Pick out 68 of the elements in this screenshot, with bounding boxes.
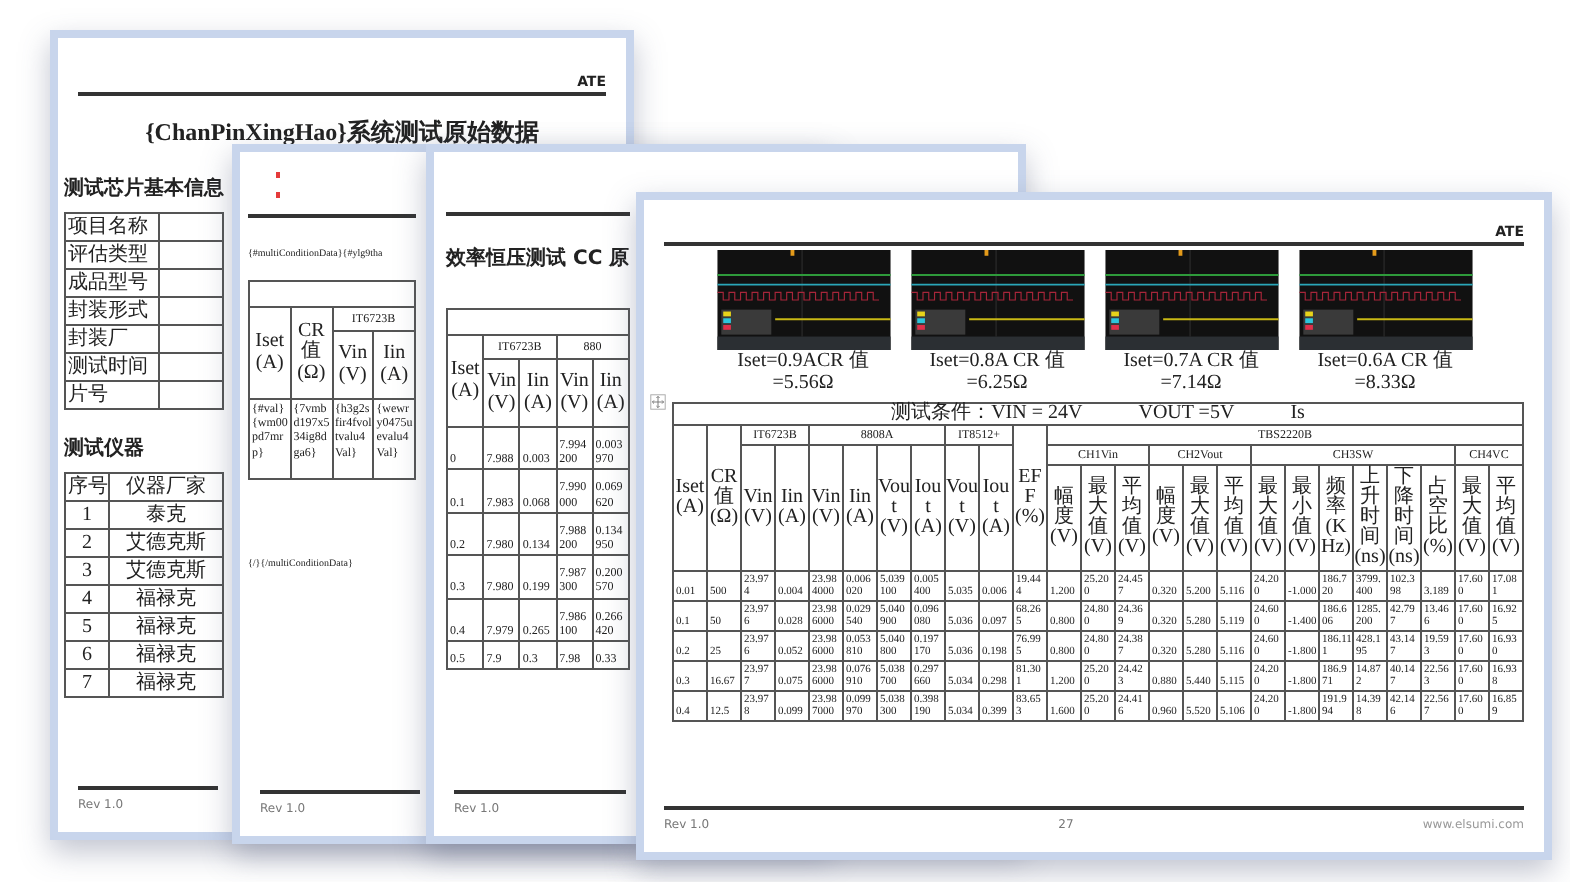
table-cell: 福禄克 <box>109 641 223 669</box>
table-cell: 成品型号 <box>65 269 159 297</box>
column-header: Vout(V) <box>877 445 911 571</box>
column-header: Iin(A) <box>843 445 877 571</box>
table-cell: 福禄克 <box>109 669 223 697</box>
table-cell: 4 <box>65 585 109 613</box>
column-header: Iin(A) <box>519 359 557 427</box>
column-header: Iout(A) <box>911 445 945 571</box>
column-header: 平均值(V) <box>1217 465 1251 571</box>
column-header: 最大值(V) <box>1455 465 1489 571</box>
table-cell: 项目名称 <box>65 213 159 241</box>
image-caption: Iset=0.9ACR 值=5.56Ω <box>735 352 871 394</box>
column-header: CR值(Ω) <box>290 307 332 399</box>
column-header: Iset(A) <box>447 335 484 427</box>
column-header: 最大值(V) <box>1183 465 1217 571</box>
table-cell: 封装厂 <box>65 325 159 353</box>
table-cell: 福禄克 <box>109 585 223 613</box>
test-condition: VOUT =5V <box>1138 404 1235 424</box>
table-cell: 1 <box>65 501 109 529</box>
image-caption: Iset=0.7A CR 值=7.14Ω <box>1121 352 1261 394</box>
column-header: 最大值(V) <box>1251 465 1285 571</box>
document-title: {ChanPinXingHao}系统测试原始数据 <box>143 116 541 150</box>
image-caption: Iset=0.6A CR 值=8.33Ω <box>1315 352 1455 394</box>
table-cell: 评估类型 <box>65 241 159 269</box>
column-header: 幅度(V) <box>1047 465 1081 571</box>
image-caption: Iset=0.8A CR 值=6.25Ω <box>927 352 1067 394</box>
column-header: Iin(A) <box>373 331 415 399</box>
move-handle-icon[interactable] <box>650 394 666 410</box>
table-cell: 5 <box>65 613 109 641</box>
column-header: 下降时间(ns) <box>1387 465 1421 571</box>
table-cell: 7 <box>65 669 109 697</box>
table-cell: 艾德克斯 <box>109 557 223 585</box>
column-header: 上升时间(ns) <box>1353 465 1387 571</box>
column-header: Vin(V) <box>809 445 843 571</box>
section-heading: 测试芯片基本信息 <box>64 175 224 202</box>
column-header: Vin(V) <box>741 445 775 571</box>
table-cell: 3 <box>65 557 109 585</box>
table-cell: 艾德克斯 <box>109 529 223 557</box>
table-cell: 片号 <box>65 381 159 409</box>
table-cell: 2 <box>65 529 109 557</box>
column-header: 最大值(V) <box>1081 465 1115 571</box>
table-cell: 封装形式 <box>65 297 159 325</box>
test-condition: Is <box>1290 404 1305 424</box>
table-cell: 测试时间 <box>65 353 159 381</box>
section-heading: 效率恒压测试 CC 原 <box>446 244 630 272</box>
column-header: 平均值(V) <box>1489 465 1523 571</box>
column-header: Iin(A) <box>775 445 809 571</box>
test-condition: 测试条件：VIN = 24V <box>891 404 1083 424</box>
column-header: 序号 <box>65 473 109 501</box>
table-cell: 6 <box>65 641 109 669</box>
column-header: Vin(V) <box>556 359 593 427</box>
column-header: 仪器厂家 <box>109 473 223 501</box>
column-header: CR值(Ω) <box>707 425 741 571</box>
column-header: EFF(%) <box>1013 425 1047 571</box>
column-header: Vin(V) <box>332 331 374 399</box>
column-header: 幅度(V) <box>1149 465 1183 571</box>
column-header: Iin(A) <box>592 359 629 427</box>
column-header: 频率(KHz) <box>1319 465 1353 571</box>
column-header: 最小值(V) <box>1285 465 1319 571</box>
table-cell: 福禄克 <box>109 613 223 641</box>
column-header: Vout(V) <box>945 445 979 571</box>
column-header: Iset(A) <box>673 425 707 571</box>
column-header: Vin(V) <box>483 359 520 427</box>
table-cell: 泰克 <box>109 501 223 529</box>
column-header: 平均值(V) <box>1115 465 1149 571</box>
column-header: Iset(A) <box>249 307 291 399</box>
column-header: 占空比(%) <box>1421 465 1455 571</box>
section-heading: 测试仪器 <box>64 435 146 462</box>
